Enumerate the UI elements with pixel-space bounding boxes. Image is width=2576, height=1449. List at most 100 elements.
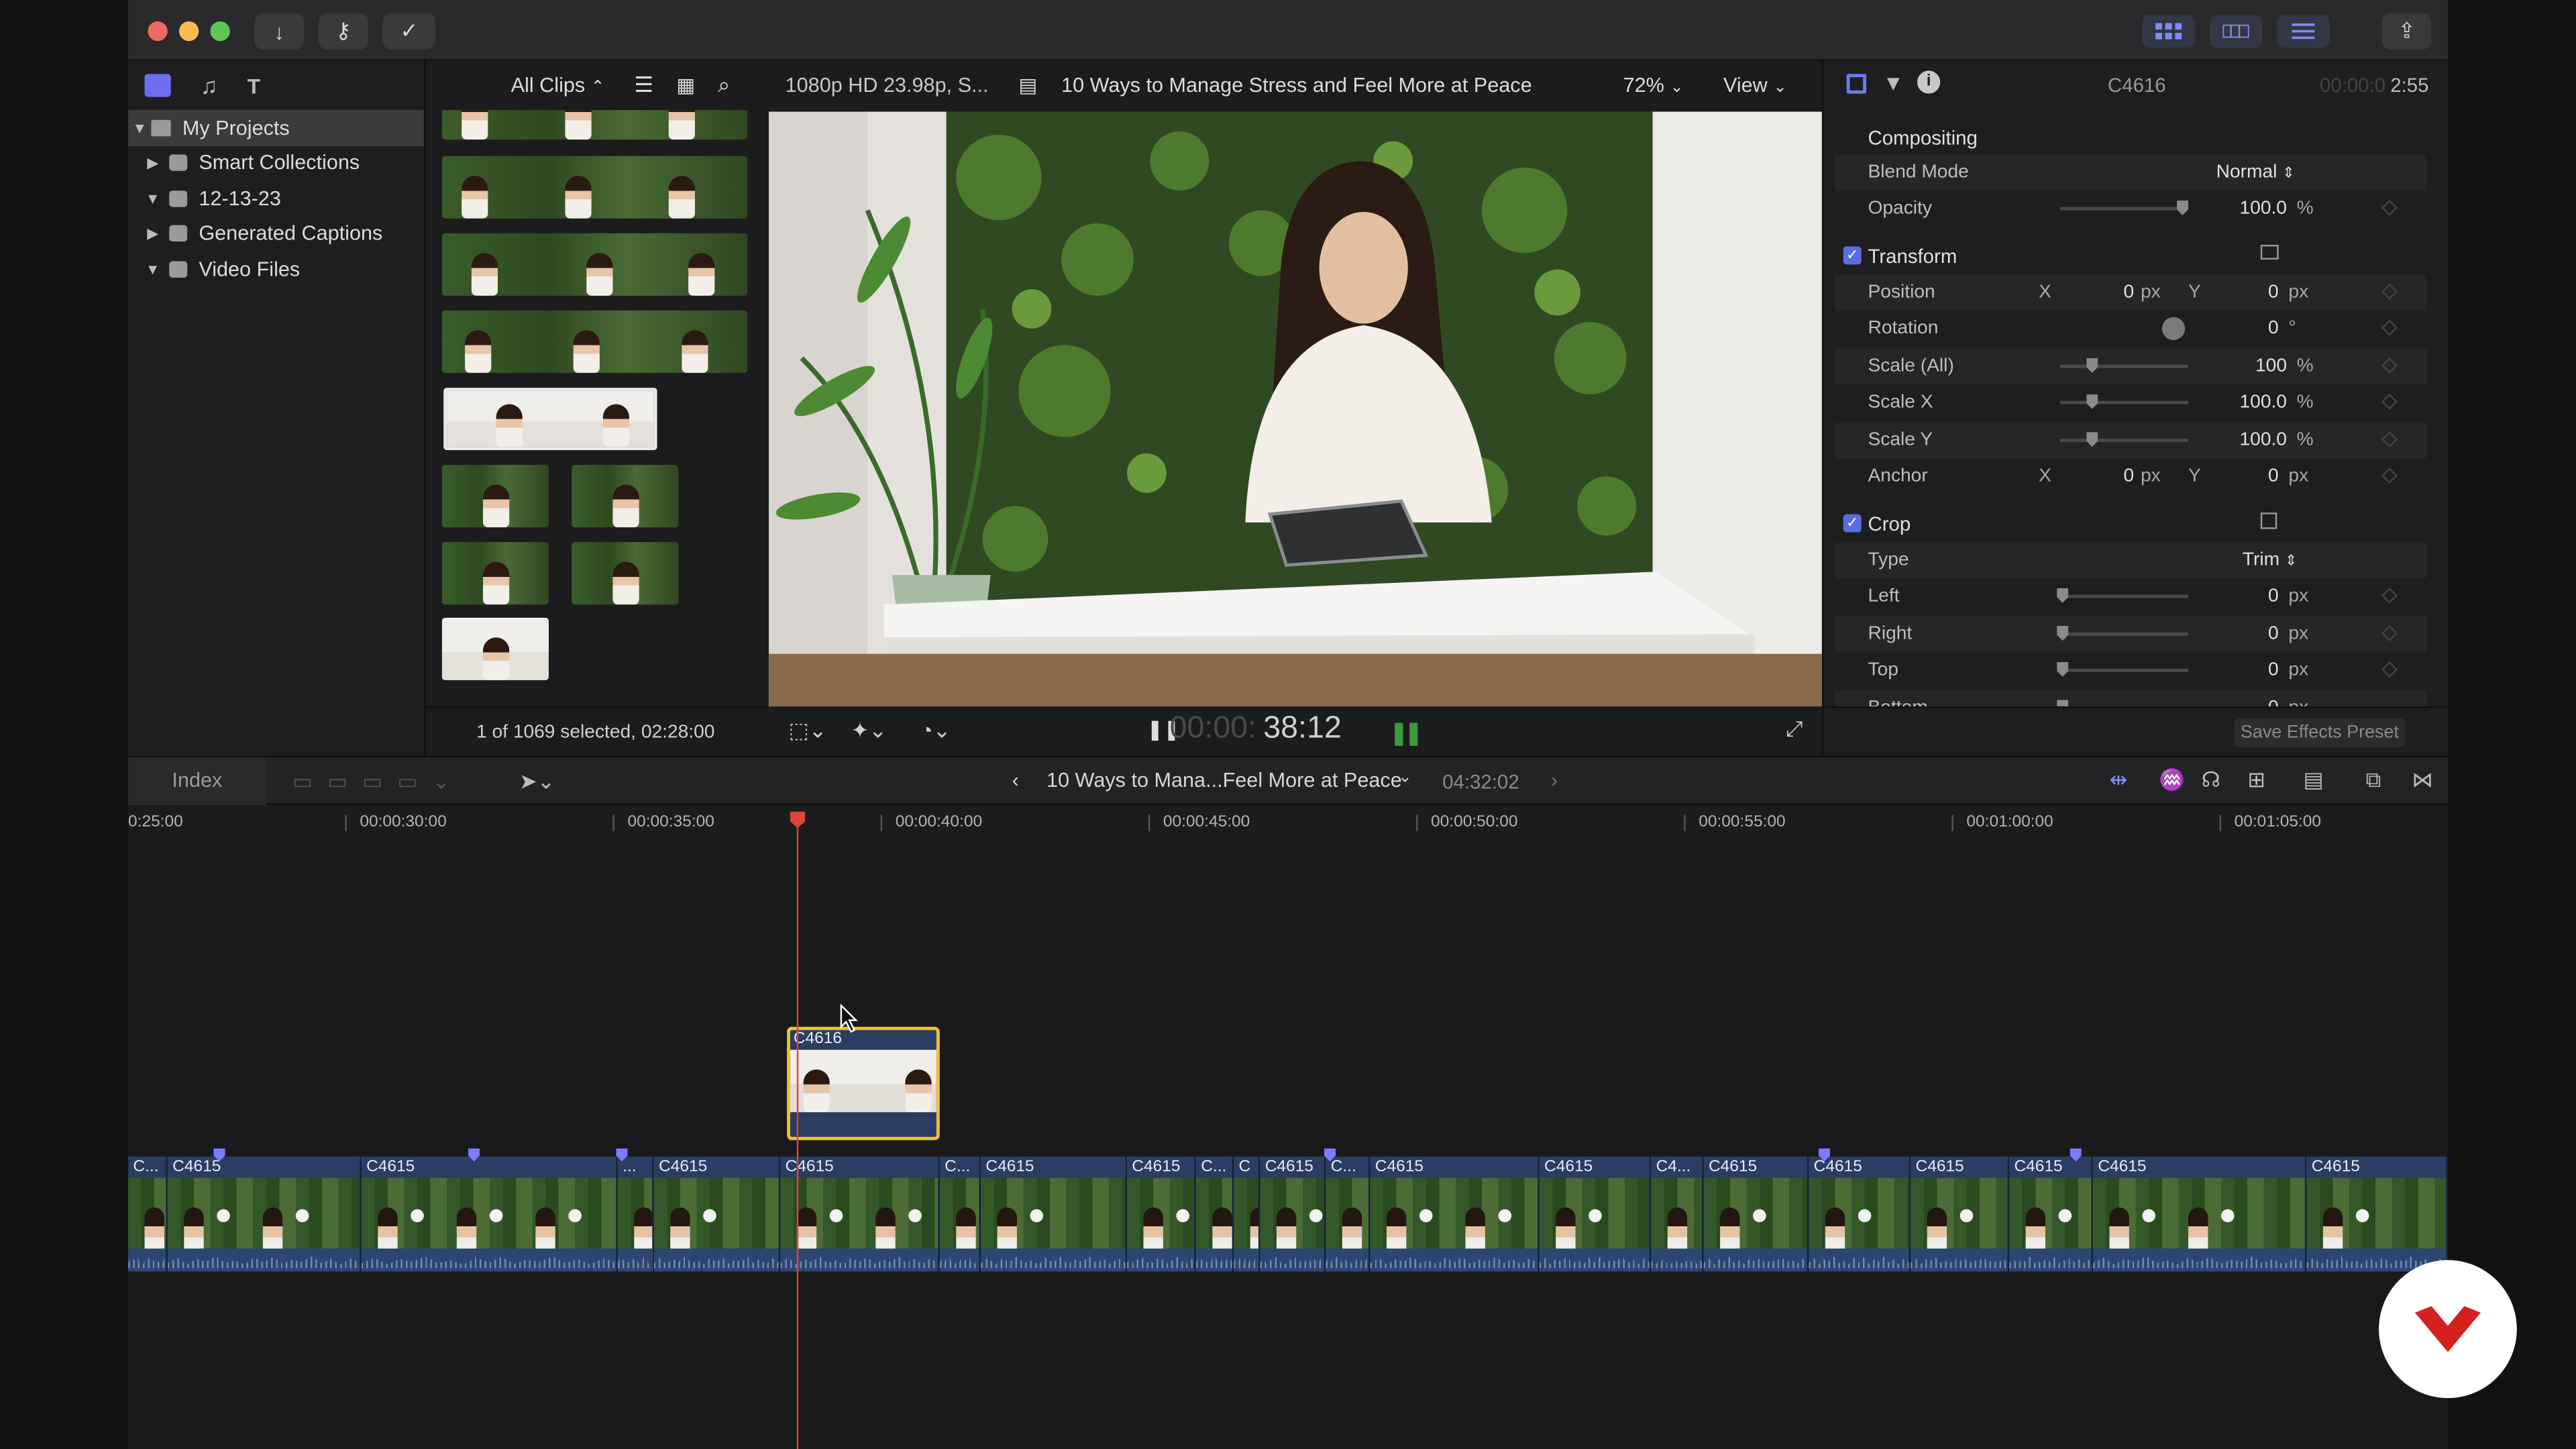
share-button[interactable]: ⇪: [2382, 13, 2432, 50]
crop-type-popup[interactable]: Trim ⇕: [2243, 550, 2298, 570]
scale-all-value[interactable]: 100: [2205, 356, 2287, 376]
crop-onscreen-icon[interactable]: [2260, 513, 2277, 529]
list-view-icon[interactable]: ☰: [634, 72, 653, 99]
transitions-browser-icon[interactable]: ⋈: [2412, 767, 2433, 794]
playhead[interactable]: [796, 811, 799, 1449]
minimize-window-button[interactable]: [178, 21, 199, 42]
library-item-generated-captions[interactable]: ▶ Generated Captions: [128, 216, 424, 252]
crop-left-slider-knob[interactable]: [2057, 588, 2069, 603]
transform-tool-icon[interactable]: ⬚⌄: [789, 718, 827, 744]
timeline-clip[interactable]: C4615: [780, 1157, 940, 1272]
keyframe-icon[interactable]: [2381, 431, 2398, 448]
transform-onscreen-icon[interactable]: [2260, 244, 2279, 260]
filmstrip-icon[interactable]: ▦: [676, 74, 695, 97]
zoom-window-button[interactable]: [210, 21, 230, 42]
timeline-clip[interactable]: C...: [1195, 1157, 1234, 1272]
timeline-clip[interactable]: C4615: [1809, 1157, 1911, 1272]
crop-right-slider-knob[interactable]: [2057, 626, 2069, 641]
rotation-value[interactable]: 0: [2226, 319, 2279, 338]
crop-checkbox[interactable]: ✓: [1843, 514, 1862, 533]
clip-thumbnail[interactable]: [441, 617, 549, 680]
keyframe-icon[interactable]: [2381, 357, 2398, 374]
keyframe-icon[interactable]: [2381, 587, 2398, 604]
library-item-event[interactable]: ▼ 12-13-23: [128, 180, 424, 216]
scale-y-value[interactable]: 100.0: [2205, 431, 2286, 450]
clip-appearance-icon[interactable]: ▤: [2303, 767, 2323, 794]
rotation-dial[interactable]: [2161, 317, 2186, 340]
library-item-smart-collections[interactable]: ▶ Smart Collections: [128, 146, 424, 181]
timeline-clip[interactable]: C4615: [167, 1157, 362, 1272]
info-icon[interactable]: i: [1917, 70, 1941, 94]
speed-gauge-icon[interactable]: ◔⌄: [920, 718, 951, 744]
keywords-button[interactable]: ⚷: [319, 13, 368, 50]
clip-thumbnail[interactable]: [572, 465, 679, 528]
disclosure-open-icon[interactable]: ▼: [128, 119, 151, 136]
keyframe-icon[interactable]: [2381, 393, 2398, 410]
photos-audio-icon[interactable]: ♫: [201, 72, 218, 99]
chevron-down-icon[interactable]: ⌄: [1398, 769, 1412, 787]
timeline-area[interactable]: [128, 837, 2448, 1449]
crop-left-slider[interactable]: [2060, 594, 2189, 598]
opacity-slider[interactable]: [2060, 207, 2189, 211]
view-menu[interactable]: View ⌄: [1723, 74, 1787, 97]
zoom-menu[interactable]: 72% ⌄: [1623, 74, 1684, 97]
clip-thumbnail[interactable]: [441, 233, 748, 296]
timeline-clip[interactable]: C4615: [1703, 1157, 1809, 1272]
headphones-icon[interactable]: ☊: [2202, 767, 2220, 794]
timeline-clip[interactable]: C4615: [981, 1157, 1128, 1272]
disclosure-closed-icon[interactable]: ▶: [142, 154, 164, 172]
keyframe-icon[interactable]: [2381, 283, 2398, 300]
timeline-clip[interactable]: C...: [939, 1157, 981, 1272]
timeline-clip[interactable]: C4...: [1651, 1157, 1704, 1272]
background-tasks-button[interactable]: ✓: [382, 13, 435, 50]
timeline-clip[interactable]: C4615: [1539, 1157, 1652, 1272]
scale-y-slider-knob[interactable]: [2086, 432, 2098, 447]
scale-x-slider[interactable]: [2060, 400, 2189, 405]
keyframe-icon[interactable]: [2381, 625, 2398, 642]
library-item-video-files[interactable]: ▼ Video Files: [128, 252, 424, 287]
crop-top-slider-knob[interactable]: [2057, 661, 2069, 677]
clip-thumbnail[interactable]: [441, 310, 748, 373]
clip-thumbnail[interactable]: [441, 156, 748, 219]
disclosure-open-icon[interactable]: ▼: [142, 190, 164, 206]
opacity-slider-knob[interactable]: [2176, 200, 2189, 215]
clip-thumbnail[interactable]: [441, 110, 748, 140]
opacity-value[interactable]: 100.0: [2205, 199, 2286, 218]
search-icon[interactable]: ⌕: [718, 72, 730, 99]
disclosure-closed-icon[interactable]: ▶: [142, 225, 164, 243]
timeline-clip[interactable]: C4615: [2306, 1157, 2448, 1272]
scale-all-slider-knob[interactable]: [2086, 358, 2098, 373]
timeline-clip[interactable]: C4615: [1911, 1157, 2010, 1272]
crop-top-value[interactable]: 0: [2226, 660, 2279, 680]
connected-clip[interactable]: C4616: [787, 1026, 940, 1140]
keyframe-icon[interactable]: [2381, 661, 2398, 678]
scale-x-slider-knob[interactable]: [2086, 394, 2098, 409]
audio-skimming-icon[interactable]: ♒: [2159, 767, 2186, 794]
transform-checkbox[interactable]: ✓: [1843, 246, 1862, 265]
crop-top-slider[interactable]: [2060, 668, 2189, 672]
history-forward-icon[interactable]: ›: [1551, 769, 1558, 792]
history-back-icon[interactable]: ‹: [1012, 769, 1019, 792]
select-tool-icon[interactable]: ➤⌄: [519, 769, 555, 795]
crop-bottom-slider-knob[interactable]: [2057, 700, 2069, 707]
crop-left-value[interactable]: 0: [2226, 586, 2279, 606]
clip-thumbnail[interactable]: [441, 542, 549, 605]
timeline-clip[interactable]: C4615: [653, 1157, 781, 1272]
snapping-icon[interactable]: ⊞: [2247, 767, 2265, 794]
index-button[interactable]: Index: [128, 757, 266, 806]
clips-filter-menu[interactable]: All Clips ⌃: [511, 74, 605, 97]
import-button[interactable]: ↓: [254, 13, 305, 50]
timeline-project-name[interactable]: 10 Ways to Mana...Feel More at Peace: [1046, 769, 1402, 792]
keyframe-icon[interactable]: [2381, 319, 2398, 336]
keyframe-icon[interactable]: [2381, 467, 2398, 484]
crop-right-slider[interactable]: [2060, 632, 2189, 636]
keyframe-icon[interactable]: [2381, 199, 2398, 216]
timeline-clip[interactable]: C: [1234, 1157, 1260, 1272]
clip-thumbnail[interactable]: [572, 542, 679, 605]
timeline-clip[interactable]: C4615: [361, 1157, 618, 1272]
timeline-clip[interactable]: C4615: [1127, 1157, 1196, 1272]
crop-bottom-value[interactable]: 0: [2226, 698, 2279, 706]
show-inspector-button[interactable]: [2277, 15, 2330, 48]
crop-right-value[interactable]: 0: [2226, 625, 2279, 644]
clip-thumbnail-selected[interactable]: [443, 387, 657, 451]
